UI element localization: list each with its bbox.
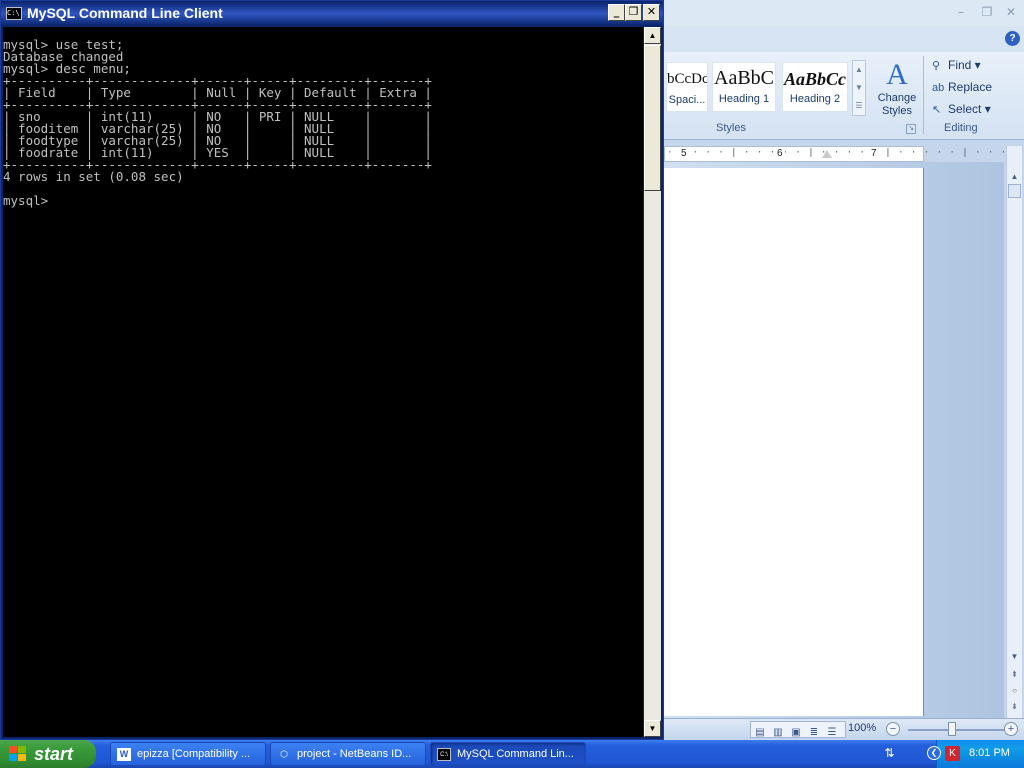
select-button[interactable]: ↖ Select ▾ (932, 100, 991, 118)
editing-group-label: Editing (944, 122, 978, 134)
gallery-more-icon[interactable]: ☰ (853, 97, 865, 115)
scroll-up-icon[interactable]: ▲ (1008, 170, 1021, 184)
ribbon-tab-strip (664, 26, 1024, 52)
style-heading-1[interactable]: AaBbC Heading 1 (712, 62, 776, 112)
gallery-down-icon[interactable]: ▼ (853, 79, 865, 97)
close-button[interactable]: ✕ (643, 4, 660, 21)
zoom-slider[interactable] (908, 729, 1004, 731)
console-output: mysql> use test; Database changed mysql>… (3, 37, 432, 208)
style-sample: bCcDc (667, 71, 708, 87)
word-status-bar: ▤ ▥ ▣ ≣ ☰ 100% − + (664, 718, 1024, 740)
word-icon: W (117, 748, 131, 761)
taskbar-item-mysql[interactable]: C:\ MySQL Command Lin... (430, 742, 586, 766)
antivirus-icon[interactable]: K (945, 746, 960, 761)
browse-object-icon[interactable]: ○ (1008, 684, 1021, 698)
style-no-spacing[interactable]: bCcDc Spaci... (666, 62, 708, 112)
style-name: Spaci... (668, 94, 706, 106)
taskbar-item-netbeans[interactable]: ⬡ project - NetBeans ID... (270, 742, 426, 766)
zoom-in-icon[interactable]: + (1004, 722, 1018, 736)
word-close-button[interactable]: ✕ (1002, 4, 1020, 20)
previous-page-icon[interactable]: ⇞ (1008, 668, 1021, 682)
web-layout-icon[interactable]: ▣ (787, 725, 805, 740)
print-layout-icon[interactable]: ▤ (751, 725, 769, 740)
style-heading-2[interactable]: AaBbCc Heading 2 (782, 62, 848, 112)
task-label: MySQL Command Lin... (457, 748, 574, 760)
binoculars-icon: ⚲ (932, 60, 941, 72)
horizontal-ruler[interactable]: · · · · · | · · · · · | · · · · · | · · … (664, 146, 1024, 162)
system-tray: ❮ K 8:01 PM (927, 740, 1024, 768)
ribbon-divider (923, 56, 924, 134)
replace-icon: ab (932, 82, 945, 94)
minimize-button[interactable]: _ (608, 4, 625, 21)
chevron-left-icon[interactable]: ❮ (927, 746, 941, 760)
console-vertical-scrollbar[interactable]: ▲ ▼ (644, 27, 661, 737)
start-label: start (34, 744, 74, 764)
word-minimize-button[interactable]: – (952, 4, 970, 20)
gallery-up-icon[interactable]: ▲ (853, 61, 865, 79)
ruler-number: 6 (775, 148, 785, 159)
console-title: MySQL Command Line Client (27, 5, 223, 21)
ruler-ticks: · · · · · | · · · · · | · · · · · | · · … (667, 148, 1024, 158)
restore-button[interactable]: ❐ (625, 4, 642, 21)
zoom-slider-thumb[interactable] (948, 722, 956, 736)
zoom-out-icon[interactable]: − (886, 722, 900, 736)
netbeans-icon: ⬡ (280, 749, 288, 759)
style-gallery-scroll[interactable]: ▲ ▼ ☰ (852, 60, 866, 116)
word-titlebar: – ❐ ✕ (664, 0, 1024, 26)
taskbar-item-word[interactable]: W epizza [Compatibility ... (110, 742, 266, 766)
next-page-icon[interactable]: ⇟ (1008, 700, 1021, 714)
word-restore-button[interactable]: ❐ (978, 4, 996, 20)
style-name: Heading 1 (718, 93, 770, 105)
select-label: Select (948, 102, 982, 116)
styles-launcher-icon[interactable]: ↘ (906, 124, 916, 134)
style-sample: AaBbCc (783, 69, 846, 89)
scroll-down-icon[interactable]: ▼ (1008, 650, 1021, 664)
change-styles-label-2: Styles (882, 105, 912, 117)
taskbar: start W epizza [Compatibility ... ⬡ proj… (0, 740, 1024, 768)
view-buttons: ▤ ▥ ▣ ≣ ☰ (750, 721, 846, 738)
change-styles-button[interactable]: A Change Styles (872, 58, 922, 124)
style-sample: AaBbC (714, 67, 774, 89)
help-icon[interactable]: ? (1005, 31, 1020, 46)
mysql-console-window: C:\ MySQL Command Line Client _ ❐ ✕ mysq… (0, 0, 664, 740)
styles-group-label: Styles (716, 122, 746, 134)
full-screen-icon[interactable]: ▥ (769, 725, 787, 740)
ribbon: bCcDc Spaci... AaBbC Heading 1 AaBbCc He… (664, 52, 1024, 140)
console-screen[interactable]: mysql> use test; Database changed mysql>… (3, 27, 643, 737)
ruler-number: 5 (679, 148, 689, 159)
find-button[interactable]: ⚲ Find ▾ (932, 56, 981, 74)
network-icon[interactable]: ⇅ (882, 746, 897, 761)
document-page[interactable] (664, 168, 924, 716)
scroll-down-icon[interactable]: ▼ (644, 720, 661, 737)
console-icon: C:\ (437, 748, 451, 761)
windows-logo-icon (9, 746, 27, 762)
console-icon[interactable]: C:\ (6, 7, 22, 20)
console-scroll-thumb[interactable] (644, 45, 661, 191)
task-label: epizza [Compatibility ... (137, 748, 251, 760)
indent-marker[interactable] (822, 150, 832, 158)
word-vertical-scrollbar[interactable]: ▲ ▼ ⇞ ○ ⇟ (1006, 146, 1022, 718)
ruler-number: 7 (869, 148, 879, 159)
style-name: Heading 2 (789, 93, 841, 105)
outline-icon[interactable]: ≣ (805, 725, 823, 740)
console-titlebar[interactable]: C:\ MySQL Command Line Client _ ❐ ✕ (1, 1, 663, 26)
change-styles-label-1: Change (877, 92, 917, 104)
zoom-level[interactable]: 100% (848, 722, 876, 734)
word-window: – ❐ ✕ ? bCcDc Spaci... AaBbC Heading 1 A… (664, 0, 1024, 740)
replace-button[interactable]: ab Replace (932, 78, 992, 96)
find-label: Find (948, 58, 972, 72)
change-styles-icon: A (886, 58, 908, 91)
start-button[interactable]: start (0, 740, 96, 768)
task-label: project - NetBeans ID... (297, 748, 412, 760)
cursor-icon: ↖ (932, 104, 942, 116)
scroll-thumb[interactable] (1008, 184, 1021, 198)
clock[interactable]: 8:01 PM (969, 747, 1010, 759)
scroll-up-icon[interactable]: ▲ (644, 27, 661, 44)
draft-icon[interactable]: ☰ (823, 725, 841, 740)
replace-label: Replace (948, 80, 993, 94)
